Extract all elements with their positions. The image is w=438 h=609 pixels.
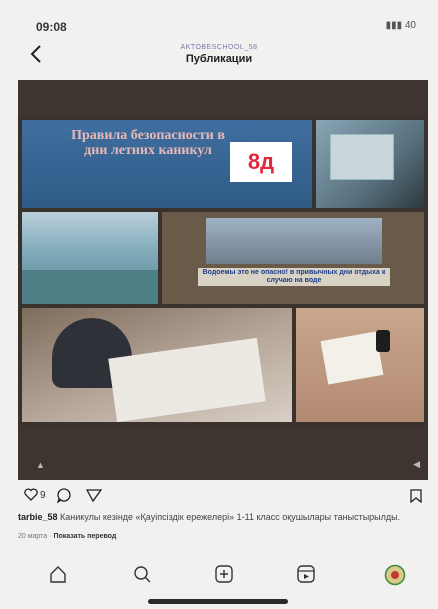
- page-title: Публикации: [185, 53, 253, 65]
- video-control-icon[interactable]: ▲: [36, 460, 45, 470]
- projector-screen: [330, 134, 394, 180]
- avatar-icon[interactable]: [384, 564, 408, 586]
- drawing-photo: [296, 308, 424, 422]
- phone: [376, 330, 390, 352]
- students-photo: [22, 212, 158, 304]
- sound-icon[interactable]: ◀: [413, 459, 420, 470]
- battery-level: 40: [404, 20, 416, 31]
- comment-icon[interactable]: [56, 488, 72, 508]
- like-count: 9: [40, 490, 46, 501]
- home-icon[interactable]: [48, 564, 72, 586]
- home-indicator: [148, 599, 288, 604]
- post-caption: tarbie_58 Каникулы кезінде «Қауіпсіздік …: [18, 512, 428, 522]
- caption-username[interactable]: tarbie_58: [18, 512, 58, 522]
- desk: [22, 270, 158, 304]
- post-meta: 20 марта · Показать перевод: [18, 533, 117, 540]
- plus-square-icon[interactable]: [214, 564, 238, 586]
- photo-collage: Правила безопасности в дни летних канику…: [18, 116, 428, 426]
- bookmark-icon[interactable]: [410, 489, 422, 508]
- status-bar: 09:08 ▮▮▮ 40: [0, 0, 438, 36]
- status-signal: ▮▮▮ 40: [386, 20, 416, 31]
- presentation-caption: Водоемы это не опасно! в привычных дни о…: [198, 268, 390, 286]
- paper: [108, 337, 266, 422]
- class-badge: 8д: [230, 142, 292, 182]
- paper: [320, 331, 384, 385]
- paper-plane-icon[interactable]: [85, 488, 103, 508]
- presentation-image: [206, 218, 382, 264]
- presentation-photo: Водоемы это не опасно! в привычных дни о…: [162, 212, 424, 304]
- post-media[interactable]: Правила безопасности в дни летних канику…: [18, 80, 428, 480]
- heart-icon[interactable]: [24, 488, 38, 506]
- page-header: AKTOBESCHOOL_58 Публикации: [0, 38, 438, 74]
- post-date: 20 марта: [18, 533, 48, 540]
- search-icon[interactable]: [132, 564, 156, 586]
- reels-icon[interactable]: [296, 564, 320, 586]
- signal-icon: ▮▮▮: [385, 20, 403, 31]
- slide-tile: Правила безопасности в дни летних канику…: [22, 120, 312, 208]
- classroom-photo: [316, 120, 424, 208]
- account-name[interactable]: AKTOBESCHOOL_58: [0, 44, 438, 51]
- status-time: 09:08: [36, 20, 67, 34]
- post-actions: 9: [0, 486, 438, 508]
- translate-link[interactable]: Показать перевод: [53, 533, 116, 540]
- slide-title: Правила безопасности в дни летних канику…: [71, 128, 225, 158]
- bottom-tab-bar: [0, 560, 438, 590]
- caption-text: Каникулы кезінде «Қауіпсіздік ережелері»…: [60, 512, 401, 522]
- writing-student-photo: [22, 308, 292, 422]
